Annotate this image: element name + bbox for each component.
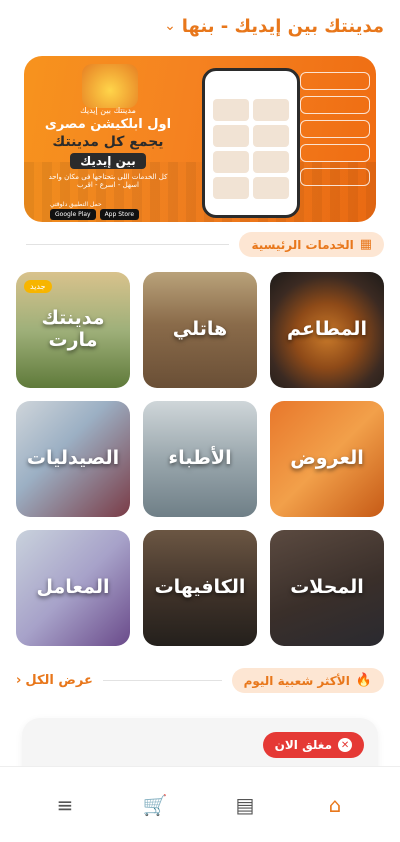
download-text: حمل التطبيق دلوقتي [50, 201, 102, 208]
tile-label: المحلات [290, 576, 364, 599]
banner-line4: بين إيديك [70, 153, 146, 169]
chevron-down-icon[interactable]: ⌄ [164, 18, 176, 34]
orders-icon[interactable]: ▤ [225, 785, 265, 825]
closed-badge: ✕ مغلق الان [262, 732, 364, 758]
tile-doctors[interactable]: الأطباء [143, 401, 257, 517]
header[interactable]: مدينتك بين إيديك - بنها ⌄ [16, 8, 384, 44]
app-logo [82, 64, 138, 108]
main-services-pill: ▦ الخدمات الرئيسية [239, 232, 384, 257]
menu-icon[interactable]: ≡ [45, 785, 85, 825]
banner-line1: مدينتك بين إيديك [80, 106, 136, 115]
phone-mockup [202, 68, 300, 218]
main-services-header: ▦ الخدمات الرئيسية [16, 232, 384, 257]
new-badge: جديد [24, 280, 52, 293]
tile-label: المطاعم [287, 318, 367, 341]
city-title[interactable]: مدينتك بين إيديك - بنها [182, 16, 384, 37]
app-store-badge: App Store [99, 209, 140, 220]
cart-icon[interactable]: 🛒 [135, 785, 175, 825]
fire-icon: 🔥 [355, 673, 372, 688]
tile-label: الصيدليات [26, 447, 120, 470]
tile-cafes[interactable]: الكافيهات [143, 530, 257, 646]
main-services-label: الخدمات الرئيسية [251, 237, 354, 252]
home-icon[interactable]: ⌂ [315, 785, 355, 825]
see-all-link[interactable]: عرض الكل ‹ [16, 673, 93, 688]
banner-line2: اول ابلكيشن مصرى [44, 117, 172, 132]
bottom-nav: ≡ 🛒 ▤ ⌂ [0, 766, 400, 842]
popular-label: الأكثر شعبية اليوم [243, 673, 350, 688]
tile-hatly[interactable]: هاتلي [143, 272, 257, 388]
service-tiles: المطاعم هاتلي جديد مدينتك مارت العروض ال… [16, 272, 384, 646]
tile-restaurants[interactable]: المطاعم [270, 272, 384, 388]
grid-icon: ▦ [359, 237, 372, 252]
divider [26, 244, 230, 245]
tile-madinetak-mart[interactable]: جديد مدينتك مارت [16, 272, 130, 388]
close-circle-icon: ✕ [338, 738, 352, 752]
chevron-left-icon: ‹ [16, 673, 22, 688]
banner-line6: اسهل - اسرع - اقرب [77, 181, 139, 189]
banner-line3: يجمع كل مدينتك [52, 134, 164, 150]
google-play-badge: Google Play [50, 209, 96, 220]
popular-pill: 🔥 الأكثر شعبية اليوم [231, 668, 384, 693]
divider [102, 680, 222, 681]
tile-labs[interactable]: المعامل [16, 530, 130, 646]
tile-label: الكافيهات [154, 576, 246, 599]
tile-label: هاتلي [172, 318, 228, 341]
feature-list [300, 72, 370, 186]
tile-shops[interactable]: المحلات [270, 530, 384, 646]
popular-header: 🔥 الأكثر شعبية اليوم عرض الكل ‹ [16, 668, 384, 693]
closed-label: مغلق الان [274, 738, 332, 752]
tile-label: مدينتك مارت [41, 307, 105, 351]
tile-label: العروض [290, 447, 364, 470]
tile-label: المعامل [36, 576, 110, 599]
tile-offers[interactable]: العروض [270, 401, 384, 517]
see-all-label: عرض الكل [25, 673, 93, 688]
tile-label: الأطباء [168, 447, 232, 470]
banner-line5: كل الخدمات اللى بتحتاجها فى مكان واحد [48, 173, 168, 181]
banner-text: مدينتك بين إيديك اول ابلكيشن مصرى يجمع ك… [32, 106, 184, 189]
tile-pharmacies[interactable]: الصيدليات [16, 401, 130, 517]
promo-banner[interactable]: مدينتك بين إيديك اول ابلكيشن مصرى يجمع ك… [24, 56, 376, 222]
store-badges: Google Play App Store [50, 209, 140, 220]
